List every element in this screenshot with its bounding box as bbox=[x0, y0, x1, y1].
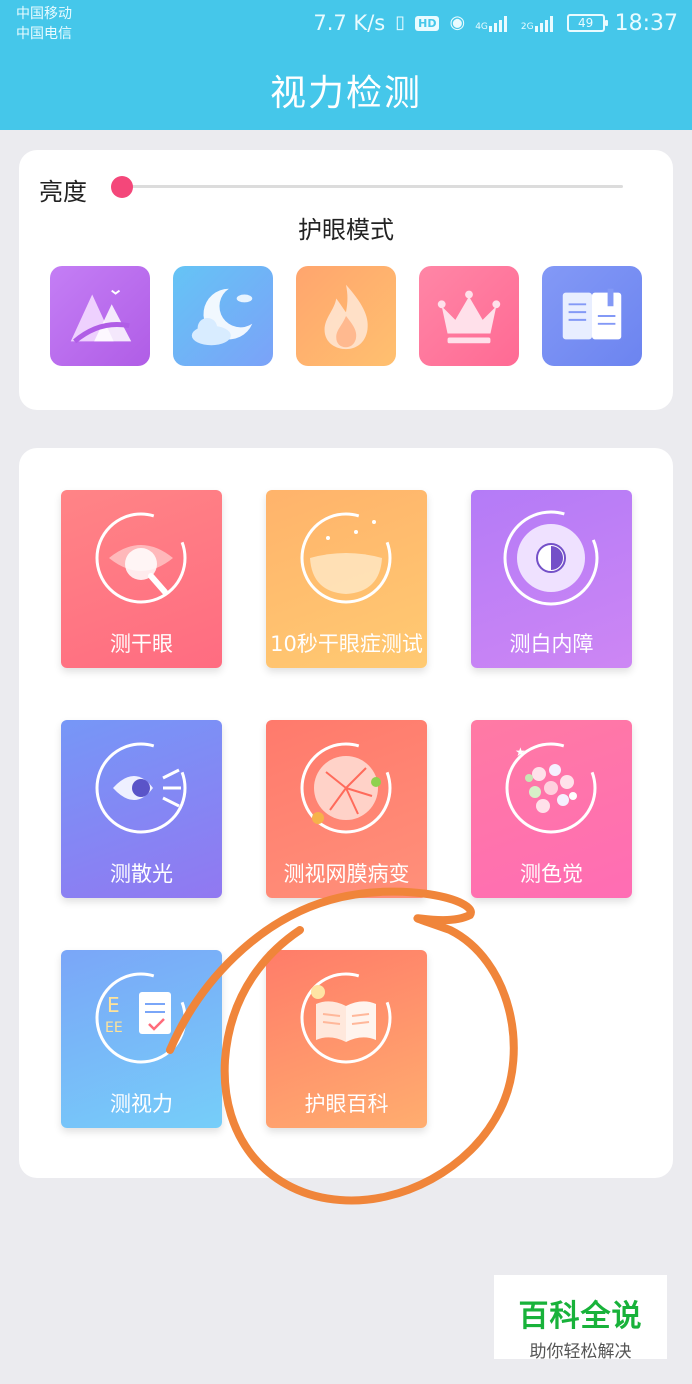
clock: 18:37 bbox=[614, 10, 678, 36]
tests-grid-card: 测干眼 10秒干眼症测试 测白内障 测散光 测视网膜病变 ★ 测色觉 E EE 测… bbox=[19, 448, 673, 1178]
eye-mode-card: 亮度 护眼模式 bbox=[19, 150, 673, 410]
tile-label: 测干眼 bbox=[110, 632, 173, 656]
tear-bowl-icon bbox=[300, 512, 392, 604]
eye-mode-mountain[interactable] bbox=[50, 266, 150, 366]
brightness-slider-thumb[interactable] bbox=[111, 176, 133, 198]
tile-label: 测视力 bbox=[110, 1092, 173, 1116]
tile-label: 10秒干眼症测试 bbox=[270, 632, 423, 656]
retina-icon bbox=[300, 742, 392, 834]
eye-mode-title: 护眼模式 bbox=[298, 216, 394, 244]
vibrate-icon: ▯ bbox=[395, 12, 406, 33]
eye-mode-warm[interactable] bbox=[296, 266, 396, 366]
mountain-icon bbox=[70, 289, 132, 344]
eye-chart-icon: EEE bbox=[95, 972, 187, 1064]
svg-text:★: ★ bbox=[515, 745, 526, 759]
crown-icon bbox=[437, 290, 501, 344]
carrier-1: 中国移动 bbox=[16, 6, 72, 22]
status-bar-right: 7.7 K/s ▯ HD ◉ 4G 2G 49 18:37 bbox=[313, 8, 678, 38]
battery-icon: 49 bbox=[566, 14, 608, 32]
eye-mode-options bbox=[50, 266, 642, 366]
signal-4g-label: 4G bbox=[475, 22, 488, 32]
app-header: 中国移动 中国电信 7.7 K/s ▯ HD ◉ 4G 2G 49 18:37 … bbox=[0, 0, 692, 130]
color-dots-icon: ★ bbox=[505, 742, 597, 834]
network-speed: 7.7 K/s bbox=[313, 11, 386, 35]
flame-icon bbox=[324, 284, 368, 350]
signal-2g-label: 2G bbox=[520, 22, 534, 32]
brightness-slider-track[interactable] bbox=[123, 185, 623, 188]
watermark-logo: 百科全说 助你轻松解决 bbox=[494, 1275, 667, 1362]
test-retina-tile[interactable]: 测视网膜病变 bbox=[266, 720, 427, 898]
test-10s-dry-eye-tile[interactable]: 10秒干眼症测试 bbox=[266, 490, 427, 668]
open-book-icon bbox=[300, 972, 392, 1064]
tile-label: 测视网膜病变 bbox=[283, 862, 410, 886]
watermark-title: 百科全说 bbox=[518, 1299, 643, 1334]
signal-2g-icon: 2G bbox=[521, 14, 557, 32]
moon-cloud-icon bbox=[191, 288, 253, 346]
test-cataract-tile[interactable]: 测白内障 bbox=[471, 490, 632, 668]
iris-icon bbox=[503, 510, 599, 606]
test-astigmatism-tile[interactable]: 测散光 bbox=[61, 720, 222, 898]
test-color-vision-tile[interactable]: ★ 测色觉 bbox=[471, 720, 632, 898]
svg-text:E: E bbox=[107, 993, 120, 1017]
tile-label: 测散光 bbox=[110, 862, 173, 886]
eye-rays-icon bbox=[95, 742, 187, 834]
signal-4g-icon: 4G bbox=[475, 14, 511, 32]
test-dry-eye-tile[interactable]: 测干眼 bbox=[61, 490, 222, 668]
eye-mode-reading[interactable] bbox=[542, 266, 642, 366]
eye-care-icon: ◉ bbox=[449, 12, 466, 33]
eye-magnifier-icon bbox=[95, 512, 187, 604]
brightness-label: 亮度 bbox=[39, 178, 87, 206]
eye-care-wiki-tile[interactable]: 护眼百科 bbox=[266, 950, 427, 1128]
book-icon bbox=[562, 288, 622, 340]
watermark-subtitle: 助你轻松解决 bbox=[529, 1342, 632, 1362]
tile-label: 测色觉 bbox=[520, 862, 583, 886]
hd-icon: HD bbox=[415, 15, 440, 31]
tile-label: 护眼百科 bbox=[304, 1092, 389, 1116]
test-vision-tile[interactable]: E EE 测视力 bbox=[61, 950, 222, 1128]
carrier-2: 中国电信 bbox=[16, 26, 72, 42]
eye-mode-crown[interactable] bbox=[419, 266, 519, 366]
eye-mode-night[interactable] bbox=[173, 266, 273, 366]
page-title: 视力检测 bbox=[269, 73, 422, 114]
tile-label: 测白内障 bbox=[509, 632, 594, 656]
svg-text:EE: EE bbox=[105, 1020, 123, 1036]
status-carriers: 中国移动 中国电信 bbox=[16, 4, 72, 44]
